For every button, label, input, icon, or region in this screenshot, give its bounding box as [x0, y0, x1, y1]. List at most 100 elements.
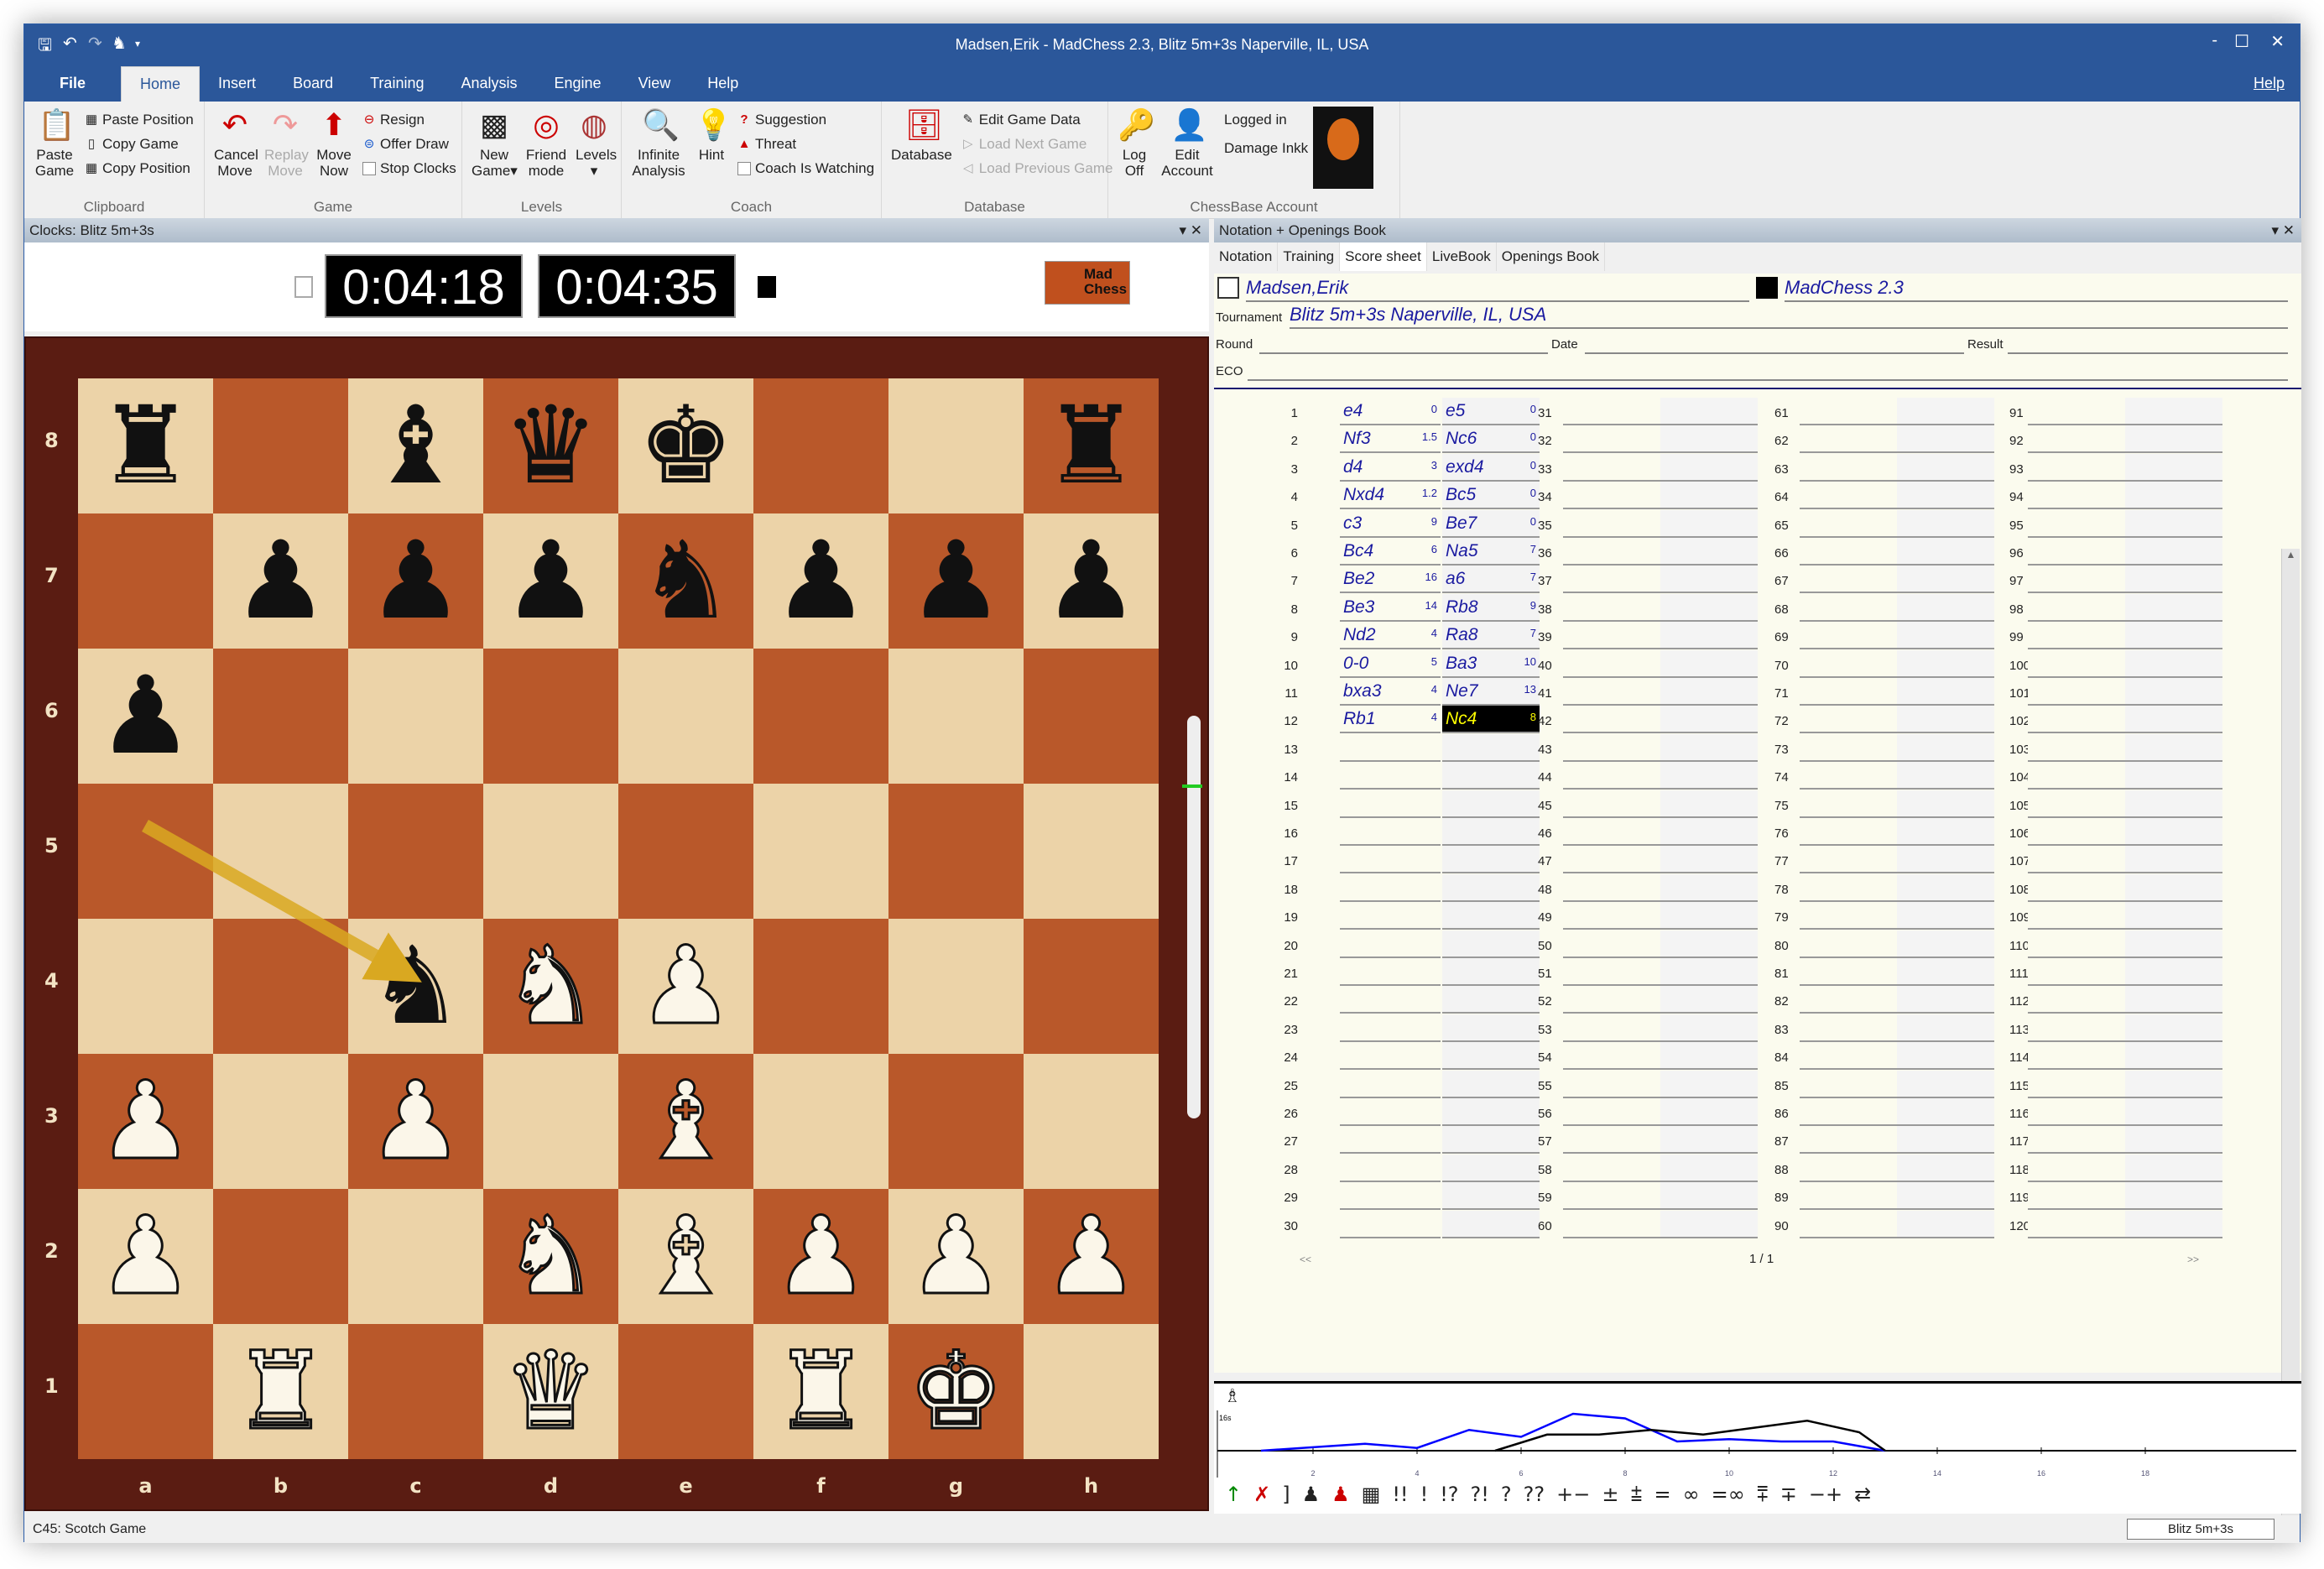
- move-pair-cell[interactable]: [1800, 930, 1994, 958]
- move-pair-cell[interactable]: [1563, 398, 1758, 425]
- move-pair-cell[interactable]: [2028, 1210, 2222, 1238]
- move[interactable]: e4: [1343, 401, 1363, 420]
- move-pair-cell[interactable]: [2028, 1126, 2222, 1155]
- move[interactable]: Na5: [1446, 541, 1478, 560]
- move-pair-cell[interactable]: [1563, 930, 1758, 958]
- menu-tab-view[interactable]: View: [620, 66, 690, 102]
- annotation-symbol-button[interactable]: ⩲: [1624, 1483, 1648, 1506]
- move-pair-cell[interactable]: [2028, 1098, 2222, 1126]
- menu-tab-training[interactable]: Training: [352, 66, 442, 102]
- white-move-cell[interactable]: [1340, 734, 1441, 762]
- move-pair-cell[interactable]: [1563, 425, 1758, 454]
- menu-tab-engine[interactable]: Engine: [536, 66, 620, 102]
- move-pair-cell[interactable]: [1563, 706, 1758, 734]
- annotation-symbol-button[interactable]: ?!: [1465, 1483, 1495, 1506]
- white-move-cell[interactable]: [1340, 958, 1441, 986]
- move-pair-cell[interactable]: [2028, 482, 2222, 510]
- eco-field[interactable]: [1248, 379, 2288, 381]
- tournament-value[interactable]: Blitz 5m+3s Naperville, IL, USA: [1290, 304, 1546, 326]
- move-pair-cell[interactable]: [2028, 733, 2222, 762]
- white-move-cell[interactable]: Nxd4 1.2: [1340, 482, 1441, 510]
- white-player[interactable]: Madsen,Erik: [1246, 277, 1348, 299]
- move-pair-cell[interactable]: [1563, 649, 1758, 678]
- move-pair-cell[interactable]: [1563, 986, 1758, 1014]
- annotation-symbol-button[interactable]: ∞: [1677, 1483, 1706, 1506]
- move-pair-cell[interactable]: [1800, 425, 1994, 454]
- move-pair-cell[interactable]: [1563, 482, 1758, 510]
- white-move-cell[interactable]: [1340, 846, 1441, 874]
- move-pair-cell[interactable]: [1563, 790, 1758, 818]
- move-pair-cell[interactable]: [2028, 649, 2222, 678]
- white-move-cell[interactable]: [1340, 1182, 1441, 1211]
- annotation-symbol-button[interactable]: ?: [1495, 1483, 1518, 1506]
- move-pair-cell[interactable]: [1800, 846, 1994, 874]
- panel-menu-close[interactable]: ▾ ✕: [2271, 218, 2295, 242]
- move-pair-cell[interactable]: [1800, 986, 1994, 1014]
- black-move-cell[interactable]: [1442, 1014, 1540, 1042]
- menu-tab-board[interactable]: Board: [274, 66, 352, 102]
- move-pair-cell[interactable]: [1800, 1014, 1994, 1042]
- move[interactable]: Be3: [1343, 597, 1374, 617]
- red-piece-icon[interactable]: ♟: [1326, 1483, 1356, 1506]
- bishop-icon[interactable]: ♗: [1224, 1385, 1241, 1407]
- scroll-up-icon[interactable]: ▲: [2282, 549, 2300, 560]
- move-pair-cell[interactable]: [1800, 482, 1994, 510]
- annotation-symbol-button[interactable]: ±: [1596, 1483, 1624, 1506]
- tab-notation[interactable]: Notation: [1214, 242, 1279, 271]
- move-pair-cell[interactable]: [2028, 1154, 2222, 1182]
- move-pair-cell[interactable]: [1800, 509, 1994, 538]
- move-pair-cell[interactable]: [1563, 1182, 1758, 1211]
- move-pair-cell[interactable]: [2028, 593, 2222, 622]
- white-move-cell[interactable]: [1340, 790, 1441, 818]
- menu-tab-insert[interactable]: Insert: [200, 66, 274, 102]
- black-move-cell[interactable]: [1442, 873, 1540, 902]
- move-pair-cell[interactable]: [1563, 1126, 1758, 1155]
- vertical-scrollbar[interactable]: ▲: [2281, 549, 2300, 1522]
- tab-livebook[interactable]: LiveBook: [1426, 242, 1497, 271]
- move-pair-cell[interactable]: [1563, 509, 1758, 538]
- black-move-cell[interactable]: [1442, 1042, 1540, 1071]
- move-pair-cell[interactable]: [2028, 762, 2222, 790]
- white-move-cell[interactable]: [1340, 1155, 1441, 1182]
- move-pair-cell[interactable]: [1563, 1014, 1758, 1042]
- board-size-slider[interactable]: [1187, 716, 1201, 1118]
- move[interactable]: exd4: [1446, 457, 1484, 477]
- move-pair-cell[interactable]: [1563, 846, 1758, 874]
- menu-tab-file[interactable]: File: [24, 66, 121, 102]
- menu-tab-help[interactable]: Help: [689, 66, 757, 102]
- move[interactable]: Be7: [1446, 513, 1477, 533]
- move-pair-cell[interactable]: [1563, 1042, 1758, 1071]
- move-pair-cell[interactable]: [1800, 1042, 1994, 1071]
- white-move-cell[interactable]: [1340, 874, 1441, 902]
- move-pair-cell[interactable]: [2028, 538, 2222, 566]
- tab-training[interactable]: Training: [1278, 242, 1341, 271]
- move[interactable]: c3: [1343, 513, 1362, 533]
- move-pair-cell[interactable]: [1800, 622, 1994, 650]
- move-pair-cell[interactable]: [1800, 790, 1994, 818]
- move-pair-cell[interactable]: [2028, 1182, 2222, 1211]
- white-move-cell[interactable]: [1340, 902, 1441, 930]
- move-pair-cell[interactable]: [1800, 1182, 1994, 1211]
- move-pair-cell[interactable]: [1563, 566, 1758, 594]
- next-page-button[interactable]: >>: [2187, 1254, 2199, 1265]
- move[interactable]: Nxd4: [1343, 485, 1384, 504]
- white-move-cell[interactable]: bxa3 4: [1340, 678, 1441, 706]
- paste-position-button[interactable]: ▦ Paste Position: [85, 112, 194, 128]
- white-move-cell[interactable]: Nd2 4: [1340, 622, 1441, 650]
- black-move-cell[interactable]: [1442, 1154, 1540, 1182]
- move-pair-cell[interactable]: [1800, 958, 1994, 986]
- move-pair-cell[interactable]: [1563, 678, 1758, 706]
- delete-icon[interactable]: ✗: [1248, 1483, 1276, 1506]
- black-move-cell[interactable]: [1442, 958, 1540, 986]
- move-pair-cell[interactable]: [2028, 706, 2222, 734]
- white-move-cell[interactable]: [1340, 930, 1441, 958]
- annotation-symbol-button[interactable]: !?: [1434, 1483, 1464, 1506]
- black-move-cell[interactable]: [1442, 1210, 1540, 1238]
- white-move-cell[interactable]: Be3 14: [1340, 594, 1441, 622]
- move-pair-cell[interactable]: [1563, 538, 1758, 566]
- move-pair-cell[interactable]: [2028, 846, 2222, 874]
- white-move-cell[interactable]: [1340, 1098, 1441, 1126]
- annotation-symbol-button[interactable]: !: [1415, 1483, 1435, 1506]
- move-pair-cell[interactable]: [2028, 509, 2222, 538]
- move-pair-cell[interactable]: [2028, 958, 2222, 986]
